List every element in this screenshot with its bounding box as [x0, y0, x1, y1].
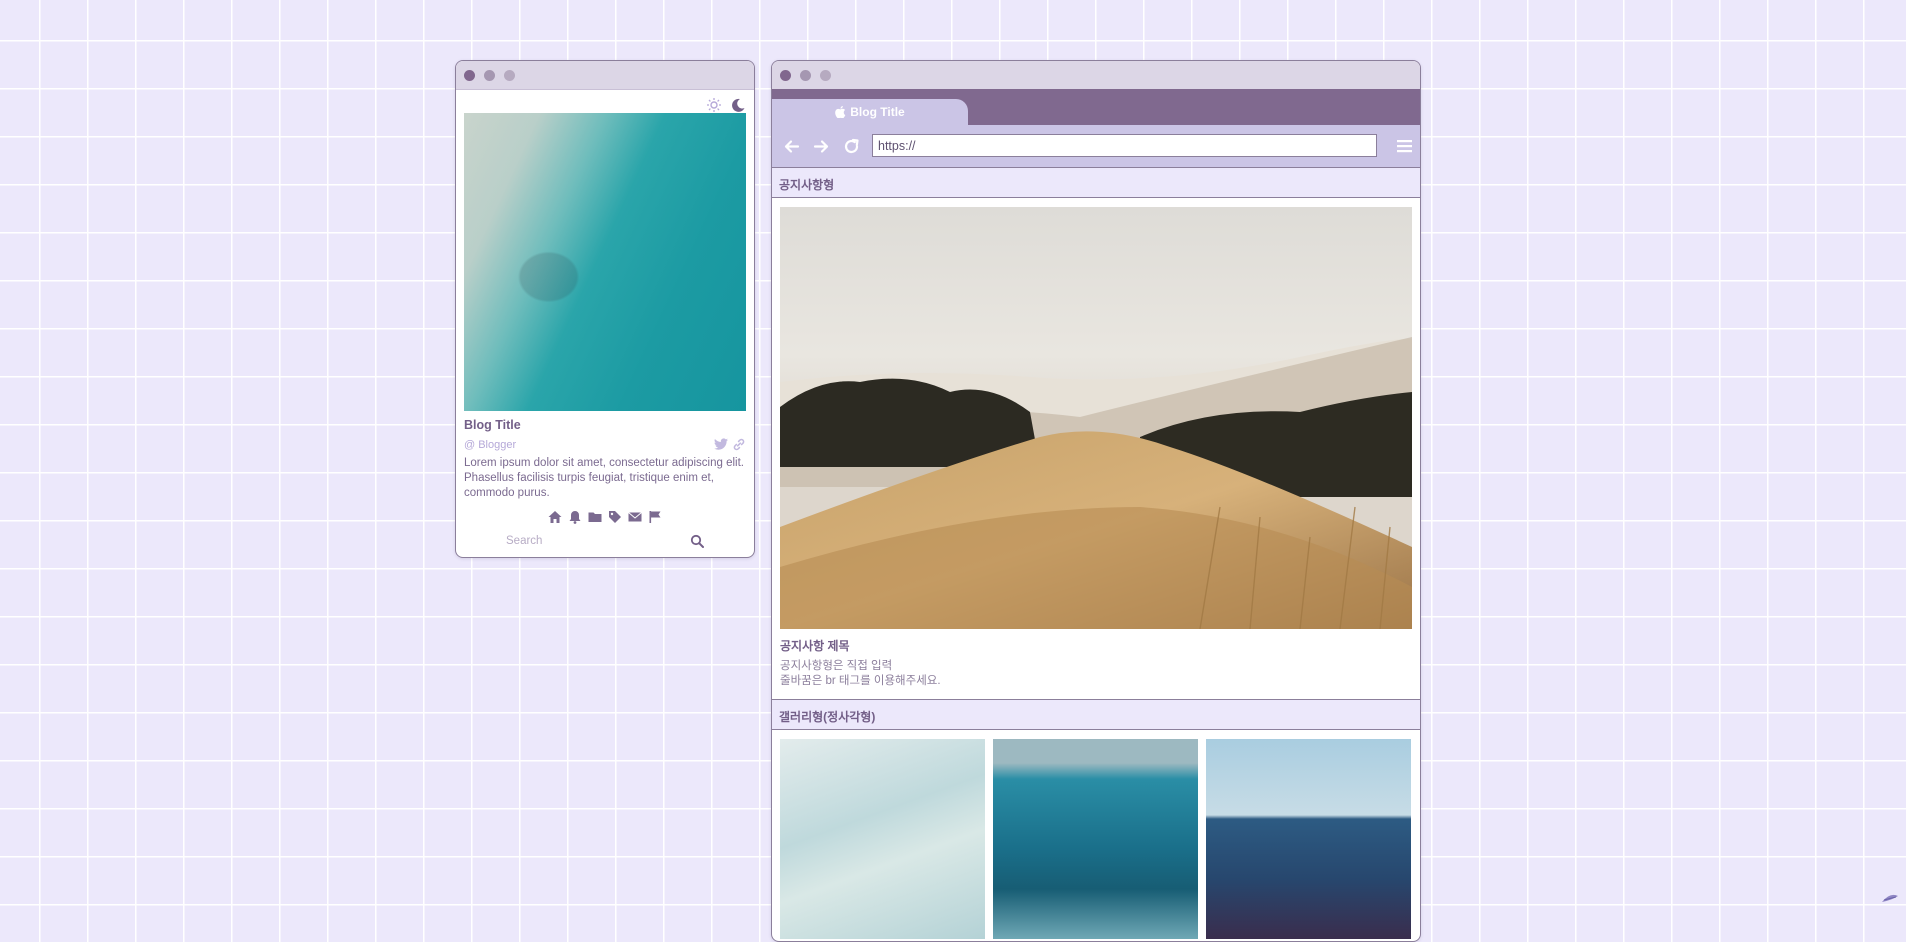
menu-icon[interactable] [1397, 139, 1412, 153]
tag-icon[interactable] [608, 510, 622, 524]
profile-nav-icons [456, 510, 754, 524]
minimize-dot[interactable] [800, 70, 811, 81]
tab-blog-title[interactable]: Blog Title [772, 99, 968, 125]
gallery-image-3[interactable] [1206, 739, 1411, 939]
close-dot[interactable] [464, 70, 475, 81]
reload-icon[interactable] [843, 138, 860, 155]
notice-image [780, 207, 1412, 629]
blog-title[interactable]: Blog Title [464, 418, 521, 432]
gallery-grid [780, 739, 1411, 939]
browser-window: Blog Title https:// 공지사항형 공지사항 제목 공지사항형은… [771, 60, 1421, 942]
maximize-dot[interactable] [820, 70, 831, 81]
url-input[interactable]: https:// [872, 134, 1377, 157]
folder-icon[interactable] [588, 510, 602, 524]
maximize-dot[interactable] [504, 70, 515, 81]
notice-title[interactable]: 공지사항 제목 [780, 637, 850, 654]
cover-image [464, 113, 746, 411]
blogger-username[interactable]: @ Blogger [464, 439, 516, 451]
gallery-section-header: 갤러리형(정사각형) [772, 699, 1420, 730]
apple-icon [835, 106, 846, 118]
moon-icon[interactable] [730, 97, 746, 113]
profile-titlebar [456, 61, 754, 90]
close-dot[interactable] [780, 70, 791, 81]
flag-icon[interactable] [648, 510, 662, 524]
corner-logo-icon[interactable] [1880, 888, 1900, 908]
forward-arrow-icon[interactable] [813, 138, 830, 155]
search-icon[interactable] [690, 534, 704, 548]
profile-window: Blog Title @ Blogger Lorem ipsum dolor s… [455, 60, 755, 558]
gallery-image-2[interactable] [993, 739, 1198, 939]
mail-icon[interactable] [628, 510, 642, 524]
twitter-icon[interactable] [714, 438, 728, 451]
notice-section-header: 공지사항형 [772, 167, 1420, 198]
bell-icon[interactable] [568, 510, 582, 524]
gallery-image-1[interactable] [780, 739, 985, 939]
nav-bar: https:// [772, 125, 1420, 167]
back-arrow-icon[interactable] [783, 138, 800, 155]
search-input[interactable]: Search [506, 535, 542, 547]
blog-description: Lorem ipsum dolor sit amet, consectetur … [464, 457, 744, 499]
tab-bar: Blog Title [772, 89, 1420, 125]
tab-label: Blog Title [850, 105, 905, 119]
social-links [714, 438, 746, 451]
notice-body: 공지사항형은 직접 입력 줄바꿈은 br 태그를 이용해주세요. [780, 660, 941, 687]
home-icon[interactable] [548, 510, 562, 524]
theme-toggle [706, 97, 746, 113]
browser-titlebar [772, 61, 1420, 90]
sun-icon[interactable] [706, 97, 722, 113]
link-icon[interactable] [732, 438, 746, 451]
minimize-dot[interactable] [484, 70, 495, 81]
